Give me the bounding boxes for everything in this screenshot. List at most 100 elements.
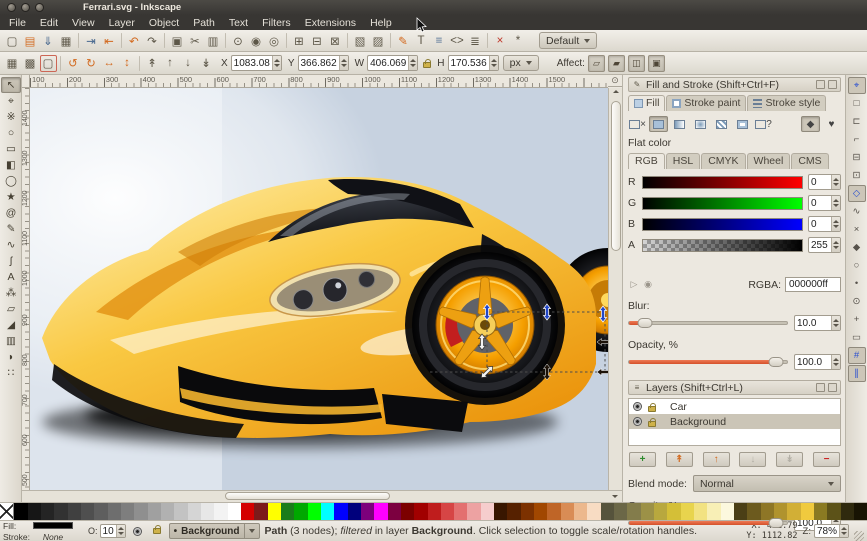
y-input[interactable]: 366.862 [298, 55, 349, 71]
linear-gradient-button[interactable] [670, 116, 689, 132]
palette-swatch[interactable] [787, 503, 800, 520]
select-all-icon[interactable]: ▧ [352, 32, 369, 49]
gradient-tool[interactable]: ▥ [1, 333, 21, 349]
lower-layer-button[interactable]: ↓ [739, 452, 766, 467]
blur-slider[interactable] [628, 321, 788, 325]
palette-swatch[interactable] [521, 503, 534, 520]
palette-swatch[interactable] [747, 503, 760, 520]
no-paint-button[interactable]: × [628, 116, 647, 132]
lock-icon[interactable] [648, 406, 656, 412]
fill-rule-nonzero-button[interactable]: ◆ [801, 116, 820, 132]
layers-panel-header[interactable]: ≡ Layers (Shift+Ctrl+L) [628, 380, 841, 395]
raise-layer-button[interactable]: ↑ [703, 452, 730, 467]
fill-stroke-dialog-icon[interactable]: ✎ [395, 32, 412, 49]
palette-swatch[interactable] [694, 503, 707, 520]
menu-item[interactable]: Extensions [298, 15, 363, 30]
panel-close-button[interactable] [828, 80, 837, 89]
palette-swatch[interactable] [68, 503, 81, 520]
palette-swatch[interactable] [814, 503, 827, 520]
unlink-clone-icon[interactable]: ⊠ [327, 32, 344, 49]
create-clone-icon[interactable]: ⊟ [309, 32, 326, 49]
palette-swatch[interactable] [188, 503, 201, 520]
select-all-icon[interactable]: ▦ [4, 55, 21, 72]
palette-swatch[interactable] [308, 503, 321, 520]
channel-slider[interactable] [642, 239, 803, 252]
palette-swatch[interactable] [174, 503, 187, 520]
scroll-right-arrow[interactable] [612, 495, 618, 498]
menu-item[interactable]: Layer [102, 15, 142, 30]
palette-swatch[interactable] [667, 503, 680, 520]
channel-value-input[interactable]: 255 [808, 237, 841, 253]
open-document-icon[interactable]: ▤ [22, 32, 39, 49]
palette-swatch[interactable] [374, 503, 387, 520]
swatch-button[interactable] [733, 116, 752, 132]
palette-swatch[interactable] [587, 503, 600, 520]
snap-nodes-toggle[interactable]: ◇ [848, 185, 866, 202]
palette-swatch[interactable] [494, 503, 507, 520]
separator[interactable] [164, 33, 165, 48]
rgba-input[interactable]: 000000ff [785, 277, 841, 292]
color-space-tab[interactable]: CMYK [701, 153, 745, 169]
style-preset-dropdown[interactable]: Default [539, 32, 597, 49]
horizontal-scroll-thumb[interactable] [225, 492, 390, 500]
separator[interactable] [139, 56, 140, 71]
calligraphy-tool[interactable]: ʃ [1, 253, 21, 269]
panel-iconify-button[interactable] [816, 80, 825, 89]
palette-swatch[interactable] [681, 503, 694, 520]
palette-swatch[interactable] [481, 503, 494, 520]
resize-grip[interactable] [854, 531, 864, 541]
palette-swatch[interactable] [401, 503, 414, 520]
preferences-icon[interactable]: × [492, 32, 509, 49]
extensions-icon[interactable]: * [510, 32, 527, 49]
channel-value-input[interactable]: 0 [808, 195, 841, 211]
palette-swatch[interactable] [54, 503, 67, 520]
select-all-layers-icon[interactable]: ▩ [22, 55, 39, 72]
palette-swatch[interactable] [161, 503, 174, 520]
palette-swatch[interactable] [801, 503, 814, 520]
blend-mode-dropdown[interactable]: Normal [693, 475, 841, 492]
palette-swatch[interactable] [561, 503, 574, 520]
palette-swatch[interactable] [254, 503, 267, 520]
align-dialog-icon[interactable]: ≣ [467, 32, 484, 49]
snap-guides-toggle[interactable]: ∥ [848, 365, 866, 382]
close-button[interactable] [7, 3, 16, 12]
menu-item[interactable]: View [65, 15, 102, 30]
raise-to-top-icon[interactable]: ↟ [144, 55, 161, 72]
zoom-drawing-icon[interactable]: ◉ [248, 32, 265, 49]
zoom-input[interactable]: 78% [814, 524, 849, 538]
selector-tool[interactable]: ↖ [1, 77, 21, 93]
flip-vertical-icon[interactable]: ↕ [119, 55, 136, 72]
slider-knob[interactable] [768, 357, 783, 367]
deselect-icon[interactable]: ▨ [370, 32, 387, 49]
visibility-eye-icon[interactable] [633, 402, 642, 411]
separator[interactable] [390, 33, 391, 48]
spinner-arrows[interactable] [831, 238, 840, 252]
move-gradients-toggle[interactable]: ◫ [628, 55, 645, 72]
palette-swatch[interactable] [574, 503, 587, 520]
separator[interactable] [121, 33, 122, 48]
palette-swatch[interactable] [134, 503, 147, 520]
horizontal-scrollbar[interactable] [30, 491, 608, 502]
dropper-tool[interactable]: ◗ [1, 349, 21, 365]
menu-item[interactable]: Help [363, 15, 399, 30]
palette-swatch[interactable] [854, 503, 867, 520]
pen-tool[interactable]: ∿ [1, 237, 21, 253]
gamut-warning-icon[interactable]: ◉ [642, 279, 654, 291]
fill-swatch[interactable] [33, 522, 73, 529]
spinner-arrows[interactable] [831, 217, 840, 231]
slider-knob[interactable] [637, 318, 652, 328]
palette-swatch[interactable] [734, 503, 747, 520]
color-space-tab[interactable]: HSL [666, 153, 700, 169]
snap-bbox-centers-toggle[interactable]: ⊡ [848, 167, 866, 184]
raise-icon[interactable]: ↑ [162, 55, 179, 72]
panel-iconify-button[interactable] [816, 383, 825, 392]
current-layer-dropdown[interactable]: • Background [169, 523, 260, 539]
channel-slider[interactable] [642, 197, 803, 210]
fill-stroke-panel-header[interactable]: ✎ Fill and Stroke (Shift+Ctrl+F) [628, 77, 841, 92]
menu-item[interactable]: Text [222, 15, 255, 30]
move-patterns-toggle[interactable]: ▣ [648, 55, 665, 72]
height-input[interactable]: 170.536 [448, 55, 499, 71]
lower-icon[interactable]: ↓ [180, 55, 197, 72]
scale-corners-toggle[interactable]: ▰ [608, 55, 625, 72]
snap-object-centers-toggle[interactable]: ⊙ [848, 293, 866, 310]
